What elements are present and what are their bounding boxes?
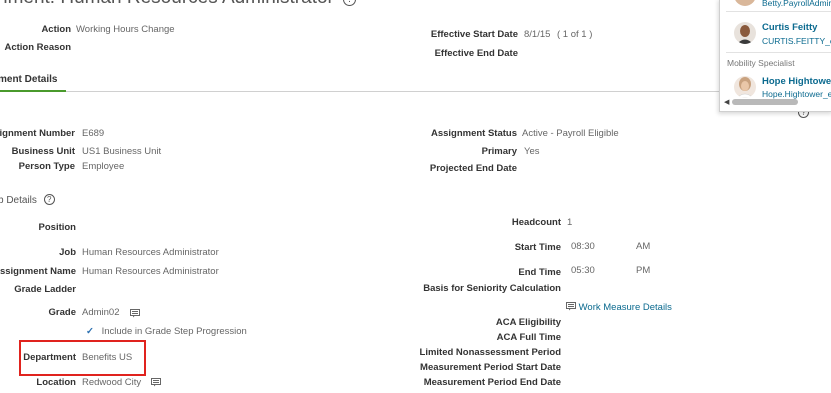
assignment-number-label: signment Number <box>0 128 75 139</box>
start-time-label: Start Time <box>514 242 561 253</box>
location-value: Redwood City <box>82 377 142 388</box>
job-value: Human Resources Administrator <box>82 247 219 258</box>
avatar <box>734 22 756 44</box>
assignment-status-value: Active - Payroll Eligible <box>522 128 619 139</box>
grade-label: Grade <box>48 307 76 318</box>
aca-eligibility-label: ACA Eligibility <box>495 317 561 328</box>
avatar <box>734 0 756 6</box>
work-measure-icon <box>566 302 576 311</box>
top-person-email[interactable]: Betty.PayrollAdmin <box>762 0 831 8</box>
end-time-label: End Time <box>518 267 561 278</box>
person-type-value: Employee <box>82 161 125 172</box>
projected-end-date-label: Projected End Date <box>429 163 517 174</box>
page-title: nment: Human Resources Administrator ? <box>0 0 357 9</box>
seniority-basis-label: Basis for Seniority Calculation <box>423 283 561 294</box>
include-grade-step-checkbox[interactable]: ✓ Include in Grade Step Progression <box>86 326 247 337</box>
role-heading: Mobility Specialist <box>727 58 795 68</box>
divider <box>726 11 831 12</box>
start-time-ampm: AM <box>636 241 651 252</box>
assignment-name-label: ssignment Name <box>0 266 76 277</box>
include-grade-step-label: Include in Grade Step Progression <box>101 326 247 337</box>
primary-value: Yes <box>524 146 540 157</box>
avatar <box>734 76 756 98</box>
tab-selected-indicator <box>0 90 66 92</box>
primary-label: Primary <box>481 146 517 157</box>
tab-divider <box>0 91 719 92</box>
action-reason-label: Action Reason <box>4 42 71 53</box>
horizontal-scrollbar[interactable] <box>732 99 798 105</box>
department-highlight-box <box>19 340 146 376</box>
location-label: Location <box>36 377 76 388</box>
assignment-number-value: E689 <box>82 128 105 139</box>
effective-start-date-label: Effective Start Date <box>430 29 518 40</box>
divider <box>726 52 831 53</box>
grade-value: Admin02 <box>82 307 120 318</box>
action-label: Action <box>41 24 71 35</box>
person-email[interactable]: Hope.Hightower_e <box>762 89 831 99</box>
effective-end-date-label: Effective End Date <box>434 48 518 59</box>
assignment-status-label: Assignment Status <box>430 128 517 139</box>
aca-full-time-label: ACA Full Time <box>496 332 561 343</box>
end-time-ampm: PM <box>636 265 651 276</box>
grade-details-icon[interactable] <box>130 309 140 318</box>
person-name[interactable]: Hope Hightower <box>762 76 831 87</box>
people-popup[interactable]: Betty.PayrollAdmin Curtis Feitty CURTIS.… <box>719 0 831 112</box>
job-details-section-title: b Details ? <box>0 194 55 206</box>
work-measure-link-text: Work Measure Details <box>578 302 672 313</box>
assignment-name-value: Human Resources Administrator <box>82 266 219 277</box>
measurement-start-label: Measurement Period Start Date <box>420 362 561 373</box>
business-unit-label: Business Unit <box>11 146 75 157</box>
tab-assignment-details[interactable]: ment Details <box>0 74 57 85</box>
help-icon[interactable]: ? <box>343 0 357 6</box>
person-type-label: Person Type <box>18 161 75 172</box>
location-details-icon[interactable] <box>151 378 161 387</box>
end-time-value: 05:30 <box>571 265 595 276</box>
measurement-end-label: Measurement Period End Date <box>423 377 561 388</box>
headcount-label: Headcount <box>511 217 561 228</box>
business-unit-value: US1 Business Unit <box>82 146 162 157</box>
start-time-value: 08:30 <box>571 241 595 252</box>
help-icon[interactable]: ? <box>43 194 55 205</box>
job-label: Job <box>59 247 76 258</box>
effective-start-date-value: 8/1/15 <box>524 29 551 40</box>
checkmark-icon: ✓ <box>86 326 94 337</box>
scroll-left-icon[interactable]: ◀ <box>724 98 729 106</box>
headcount-value: 1 <box>567 217 573 228</box>
work-measure-details-link[interactable]: Work Measure Details <box>566 302 672 313</box>
action-value: Working Hours Change <box>76 24 175 35</box>
grade-ladder-label: Grade Ladder <box>14 284 76 295</box>
person-email[interactable]: CURTIS.FEITTY_e <box>762 36 831 46</box>
person-name[interactable]: Curtis Feitty <box>762 22 817 33</box>
record-counter: ( 1 of 1 ) <box>557 29 593 40</box>
limited-nonassessment-label: Limited Nonassessment Period <box>419 347 561 358</box>
position-label: Position <box>38 222 76 233</box>
